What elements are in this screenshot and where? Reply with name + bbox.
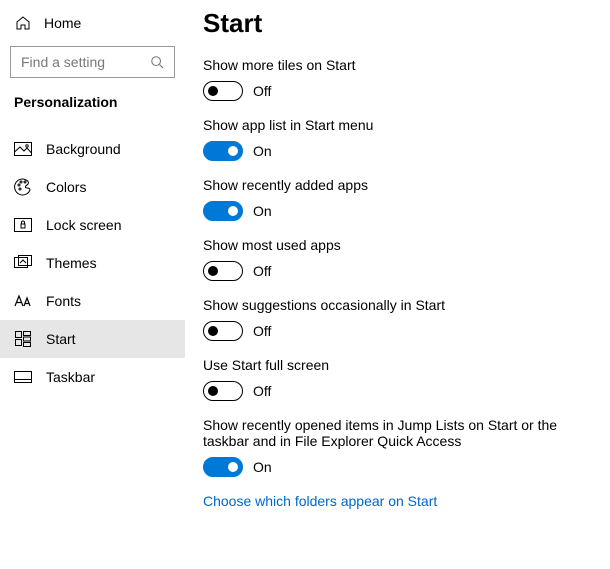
sidebar-item-label: Taskbar — [46, 369, 95, 385]
sidebar-section-title: Personalization — [0, 92, 185, 124]
home-label: Home — [44, 15, 81, 31]
toggle-most-used[interactable] — [203, 261, 243, 281]
sidebar-item-label: Background — [46, 141, 121, 157]
setting-label: Show suggestions occasionally in Start — [203, 297, 600, 313]
toggle-fullscreen[interactable] — [203, 381, 243, 401]
sidebar-item-lockscreen[interactable]: Lock screen — [0, 206, 185, 244]
home-icon — [14, 14, 32, 32]
toggle-state: On — [253, 143, 272, 159]
settings-sidebar: Home Personalization Background Colors L… — [0, 0, 185, 569]
fonts-icon — [14, 292, 32, 310]
sidebar-nav-list: Background Colors Lock screen Themes Fon — [0, 124, 185, 396]
toggle-jump-lists[interactable] — [203, 457, 243, 477]
sidebar-item-label: Fonts — [46, 293, 81, 309]
search-box[interactable] — [10, 46, 175, 78]
start-icon — [14, 330, 32, 348]
sidebar-item-label: Start — [46, 331, 76, 347]
setting-label: Show app list in Start menu — [203, 117, 600, 133]
background-icon — [14, 140, 32, 158]
sidebar-item-label: Themes — [46, 255, 97, 271]
search-icon — [148, 53, 166, 71]
search-input[interactable] — [19, 53, 139, 71]
setting-jump-lists: Show recently opened items in Jump Lists… — [203, 417, 600, 477]
sidebar-item-taskbar[interactable]: Taskbar — [0, 358, 185, 396]
toggle-state: Off — [253, 83, 271, 99]
toggle-state: On — [253, 459, 272, 475]
toggle-show-app-list[interactable] — [203, 141, 243, 161]
toggle-state: Off — [253, 323, 271, 339]
home-nav[interactable]: Home — [0, 8, 185, 42]
sidebar-item-colors[interactable]: Colors — [0, 168, 185, 206]
setting-show-more-tiles: Show more tiles on Start Off — [203, 57, 600, 101]
lockscreen-icon — [14, 216, 32, 234]
setting-label: Show more tiles on Start — [203, 57, 600, 73]
sidebar-item-label: Colors — [46, 179, 86, 195]
toggle-state: Off — [253, 383, 271, 399]
toggle-state: Off — [253, 263, 271, 279]
setting-label: Show recently added apps — [203, 177, 600, 193]
setting-label: Use Start full screen — [203, 357, 600, 373]
setting-label: Show recently opened items in Jump Lists… — [203, 417, 600, 449]
setting-most-used: Show most used apps Off — [203, 237, 600, 281]
toggle-show-more-tiles[interactable] — [203, 81, 243, 101]
toggle-state: On — [253, 203, 272, 219]
page-title: Start — [203, 8, 600, 39]
sidebar-item-themes[interactable]: Themes — [0, 244, 185, 282]
setting-suggestions: Show suggestions occasionally in Start O… — [203, 297, 600, 341]
choose-folders-link[interactable]: Choose which folders appear on Start — [203, 493, 600, 509]
sidebar-item-fonts[interactable]: Fonts — [0, 282, 185, 320]
setting-fullscreen: Use Start full screen Off — [203, 357, 600, 401]
setting-recently-added: Show recently added apps On — [203, 177, 600, 221]
setting-label: Show most used apps — [203, 237, 600, 253]
toggle-suggestions[interactable] — [203, 321, 243, 341]
sidebar-item-label: Lock screen — [46, 217, 121, 233]
themes-icon — [14, 254, 32, 272]
colors-icon — [14, 178, 32, 196]
sidebar-item-background[interactable]: Background — [0, 130, 185, 168]
sidebar-item-start[interactable]: Start — [0, 320, 185, 358]
setting-show-app-list: Show app list in Start menu On — [203, 117, 600, 161]
main-panel: Start Show more tiles on Start Off Show … — [185, 0, 610, 569]
taskbar-icon — [14, 368, 32, 386]
toggle-recently-added[interactable] — [203, 201, 243, 221]
